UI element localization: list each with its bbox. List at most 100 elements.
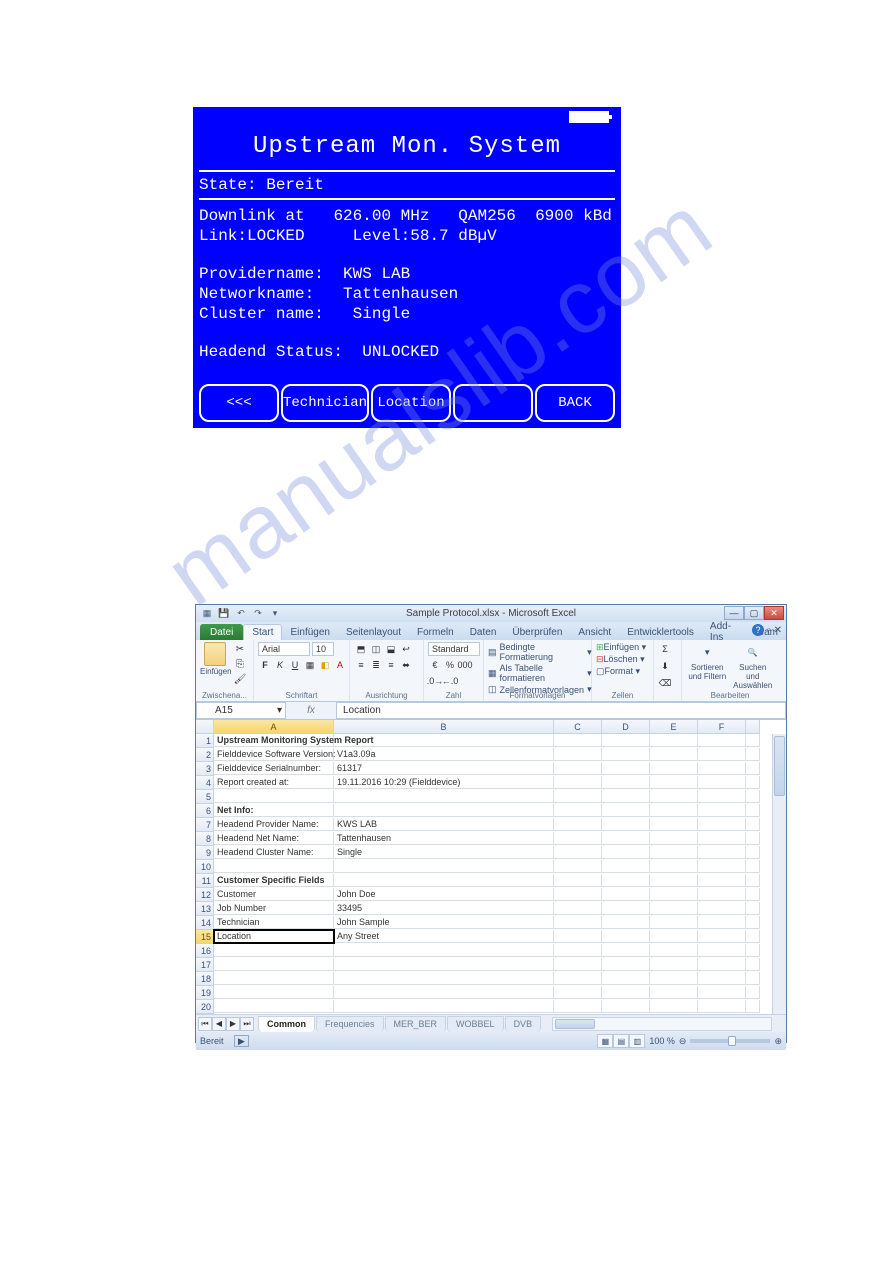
row-header[interactable]: 9 — [196, 846, 214, 860]
tab-view[interactable]: Ansicht — [570, 624, 619, 640]
formula-input[interactable]: Location — [336, 702, 786, 719]
cell[interactable] — [698, 846, 746, 859]
bold-button[interactable]: F — [258, 658, 272, 672]
format-cells-button[interactable]: ▢Format ▾ — [596, 666, 646, 677]
cell[interactable] — [602, 762, 650, 775]
cell[interactable] — [746, 832, 760, 845]
cell[interactable] — [554, 832, 602, 845]
cell[interactable] — [698, 930, 746, 943]
sheet-nav-first[interactable]: ⏮ — [198, 1017, 212, 1031]
cell[interactable] — [334, 986, 554, 999]
cell[interactable] — [214, 986, 334, 999]
paste-button[interactable]: Einfügen — [200, 642, 230, 676]
file-tab[interactable]: Datei — [200, 624, 243, 640]
conditional-format-button[interactable]: ▤Bedingte Formatierung ▾ — [488, 642, 592, 662]
cell[interactable] — [602, 776, 650, 789]
cell[interactable] — [554, 888, 602, 901]
cell[interactable] — [214, 860, 334, 873]
cell[interactable] — [698, 860, 746, 873]
cell[interactable] — [554, 944, 602, 957]
format-as-table-button[interactable]: ▦Als Tabelle formatieren ▾ — [488, 663, 592, 683]
cell[interactable] — [554, 818, 602, 831]
cell[interactable] — [214, 958, 334, 971]
cell[interactable] — [746, 734, 760, 747]
cell[interactable]: KWS LAB — [334, 818, 554, 831]
clear-icon[interactable]: ⌫ — [658, 676, 672, 690]
sheet-dvb[interactable]: DVB — [505, 1016, 542, 1032]
view-pagebreak-button[interactable]: ▥ — [629, 1034, 645, 1048]
cell[interactable] — [334, 972, 554, 985]
cell[interactable] — [650, 846, 698, 859]
fx-icon[interactable]: fx — [307, 705, 315, 716]
tab-formulas[interactable]: Formeln — [409, 624, 462, 640]
cell[interactable] — [554, 972, 602, 985]
cell[interactable] — [334, 790, 554, 803]
view-pagelayout-button[interactable]: ▤ — [613, 1034, 629, 1048]
row-header[interactable]: 13 — [196, 902, 214, 916]
cell[interactable] — [334, 734, 554, 747]
cell[interactable] — [698, 804, 746, 817]
cell[interactable]: Upstream Monitoring System Report — [214, 734, 334, 747]
macro-record-icon[interactable]: ▶ — [234, 1035, 249, 1047]
name-box[interactable]: A15▾ — [196, 702, 286, 719]
cell[interactable] — [650, 748, 698, 761]
cell[interactable] — [602, 1000, 650, 1013]
insert-cells-button[interactable]: ⊞Einfügen ▾ — [596, 642, 646, 653]
cell[interactable] — [650, 916, 698, 929]
sheet-nav-next[interactable]: ▶ — [226, 1017, 240, 1031]
cell[interactable] — [214, 790, 334, 803]
cell[interactable] — [602, 916, 650, 929]
maximize-button[interactable]: ▢ — [744, 606, 764, 620]
cell[interactable] — [650, 874, 698, 887]
chevron-down-icon[interactable]: ▾ — [277, 705, 282, 716]
decrease-decimal-icon[interactable]: ←.0 — [443, 674, 457, 688]
sheet-nav-last[interactable]: ⏭ — [240, 1017, 254, 1031]
cell[interactable]: Net Info: — [214, 804, 334, 817]
cell[interactable] — [746, 748, 760, 761]
tab-insert[interactable]: Einfügen — [282, 624, 337, 640]
col-header-f[interactable]: F — [698, 720, 746, 734]
cell[interactable] — [746, 986, 760, 999]
merge-icon[interactable]: ⬌ — [399, 658, 413, 672]
border-button[interactable]: ▦ — [303, 658, 317, 672]
cell[interactable]: Fielddevice Serialnumber: — [214, 762, 334, 775]
increase-decimal-icon[interactable]: .0→ — [428, 674, 442, 688]
cell[interactable] — [554, 748, 602, 761]
col-header-d[interactable]: D — [602, 720, 650, 734]
cell[interactable] — [214, 1000, 334, 1013]
cell[interactable] — [554, 916, 602, 929]
fill-icon[interactable]: ⬇ — [658, 659, 672, 673]
col-header-e[interactable]: E — [650, 720, 698, 734]
minimize-button[interactable]: — — [724, 606, 744, 620]
horizontal-scrollbar[interactable] — [552, 1017, 772, 1031]
font-color-button[interactable]: A — [333, 658, 347, 672]
cell[interactable] — [650, 734, 698, 747]
cell[interactable] — [602, 748, 650, 761]
back-rewind-button[interactable]: <<< — [199, 384, 279, 422]
cell[interactable] — [698, 832, 746, 845]
cell[interactable] — [746, 916, 760, 929]
cell[interactable] — [698, 986, 746, 999]
cell[interactable] — [602, 860, 650, 873]
close-button[interactable]: ✕ — [764, 606, 784, 620]
cell[interactable]: Headend Provider Name: — [214, 818, 334, 831]
align-middle-icon[interactable]: ◫ — [369, 642, 383, 656]
find-select-button[interactable]: 🔍 Suchen und Auswählen — [732, 642, 775, 690]
sheet-common[interactable]: Common — [258, 1016, 315, 1032]
font-size-select[interactable]: 10 — [312, 642, 334, 656]
row-header[interactable]: 7 — [196, 818, 214, 832]
copy-icon[interactable]: ⎘ — [233, 657, 247, 671]
row-header[interactable]: 19 — [196, 986, 214, 1000]
row-header[interactable]: 4 — [196, 776, 214, 790]
cell[interactable] — [698, 762, 746, 775]
row-header[interactable]: 1 — [196, 734, 214, 748]
tab-data[interactable]: Daten — [462, 624, 505, 640]
cell[interactable] — [602, 930, 650, 943]
cell[interactable]: Tattenhausen — [334, 832, 554, 845]
doc-close-icon[interactable]: ✕ — [774, 625, 782, 636]
cell[interactable] — [746, 790, 760, 803]
row-header[interactable]: 5 — [196, 790, 214, 804]
cell[interactable] — [746, 818, 760, 831]
ribbon-minimize-icon[interactable]: ▫ — [767, 625, 771, 636]
cell[interactable] — [698, 790, 746, 803]
